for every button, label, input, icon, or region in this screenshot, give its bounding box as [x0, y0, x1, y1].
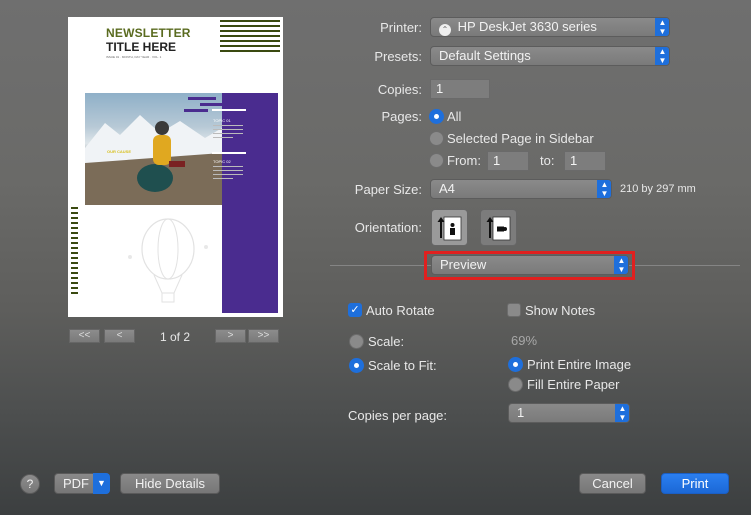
page-preview: NEWSLETTER TITLE HERE ISSUE 01 · MONTH, … [68, 17, 283, 317]
chevron-updown-icon: ▲ ▼ [597, 180, 611, 198]
scale-label: Scale: [368, 334, 405, 349]
presets-value: Default Settings [439, 48, 531, 63]
presets-select[interactable]: Default Settings ▲ ▼ [430, 46, 670, 66]
section-select[interactable]: Preview ▲ ▼ [431, 255, 629, 275]
last-page-button[interactable]: >> [248, 329, 279, 343]
balloon-illustration [128, 218, 208, 303]
topic-rule-2 [212, 152, 246, 154]
landscape-icon [486, 216, 511, 241]
show-notes-checkbox[interactable] [507, 303, 521, 317]
chevron-updown-icon: ▲ ▼ [655, 18, 669, 36]
newsletter-title-line1: NEWSLETTER [106, 26, 191, 40]
printer-select[interactable]: ⌃ HP DeskJet 3630 series ▲ ▼ [430, 17, 670, 37]
portrait-icon [437, 216, 462, 241]
scale-radio[interactable] [349, 334, 364, 349]
scale-to-fit-label: Scale to Fit: [368, 358, 437, 373]
pages-range-radio[interactable] [429, 153, 444, 168]
copies-field[interactable]: 1 [430, 79, 490, 99]
cancel-button[interactable]: Cancel [579, 473, 646, 494]
decorative-stripes-left [71, 207, 78, 307]
first-page-button[interactable]: << [69, 329, 100, 343]
orientation-landscape-button[interactable] [480, 209, 517, 246]
copies-per-page-label: Copies per page: [348, 408, 448, 423]
decorative-stripes-top [220, 20, 280, 56]
chevron-updown-icon: ▲ ▼ [614, 256, 628, 274]
pages-label: Pages: [381, 109, 422, 124]
pages-from-field[interactable]: 1 [487, 151, 529, 171]
fill-entire-paper-radio[interactable] [508, 377, 523, 392]
show-notes-label: Show Notes [525, 303, 596, 318]
hide-details-button[interactable]: Hide Details [120, 473, 220, 494]
topic-1-text [213, 125, 243, 138]
chevron-updown-icon: ▲ ▼ [655, 47, 669, 65]
pages-to-label: to: [540, 153, 555, 168]
scale-to-fit-radio[interactable] [349, 358, 364, 373]
orientation-label: Orientation: [354, 220, 422, 235]
pages-from-label: From: [447, 153, 481, 168]
help-button[interactable]: ? [20, 474, 40, 494]
section-value: Preview [440, 257, 487, 272]
print-button[interactable]: Print [661, 473, 729, 494]
newsletter-title-line2: TITLE HERE [106, 40, 177, 54]
orientation-portrait-button[interactable] [431, 209, 468, 246]
pages-to-field[interactable]: 1 [564, 151, 606, 171]
copies-per-page-select[interactable]: 1 ▲ ▼ [508, 403, 630, 423]
pdf-button[interactable]: PDF ▼ [54, 473, 110, 494]
copies-label: Copies: [377, 82, 422, 97]
presets-label: Presets: [374, 49, 422, 64]
purple-dashes [180, 97, 240, 115]
pages-selected-label: Selected Page in Sidebar [447, 131, 594, 146]
paper-size-dimensions: 210 by 297 mm [620, 183, 696, 195]
pages-all-label: All [447, 109, 462, 124]
scale-value: 69% [511, 333, 538, 348]
printer-status-icon: ⌃ [439, 24, 451, 36]
print-entire-image-label: Print Entire Image [527, 357, 632, 372]
topic-1-heading: TOPIC 01 [213, 118, 231, 123]
print-entire-image-radio[interactable] [508, 357, 523, 372]
next-page-button[interactable]: > [215, 329, 246, 343]
page-indicator: 1 of 2 [160, 330, 191, 344]
printer-value: HP DeskJet 3630 series [457, 19, 597, 34]
topic-rule-1 [212, 109, 246, 111]
fill-entire-paper-label: Fill Entire Paper [527, 377, 620, 392]
pages-selected-radio[interactable] [429, 131, 444, 146]
pages-all-radio[interactable] [429, 109, 444, 124]
topic-2-heading: TOPIC 02 [213, 159, 231, 164]
chevron-updown-icon: ▲ ▼ [615, 404, 629, 422]
printer-label: Printer: [380, 20, 422, 35]
newsletter-issue-caption: ISSUE 01 · MONTH, DAY YEAR · VOL. 1 [106, 55, 162, 59]
photo-caption: OUR CAUSE [107, 149, 132, 154]
copies-per-page-value: 1 [517, 405, 525, 420]
auto-rotate-checkbox[interactable]: ✓ [348, 303, 362, 317]
auto-rotate-label: Auto Rotate [366, 303, 435, 318]
chevron-down-icon: ▼ [93, 473, 110, 494]
paper-size-label: Paper Size: [354, 182, 422, 197]
paper-size-value: A4 [439, 181, 455, 196]
previous-page-button[interactable]: < [104, 329, 135, 343]
topic-2-text [213, 166, 243, 179]
paper-size-select[interactable]: A4 ▲ ▼ [430, 179, 612, 199]
pdf-label: PDF [63, 476, 89, 491]
